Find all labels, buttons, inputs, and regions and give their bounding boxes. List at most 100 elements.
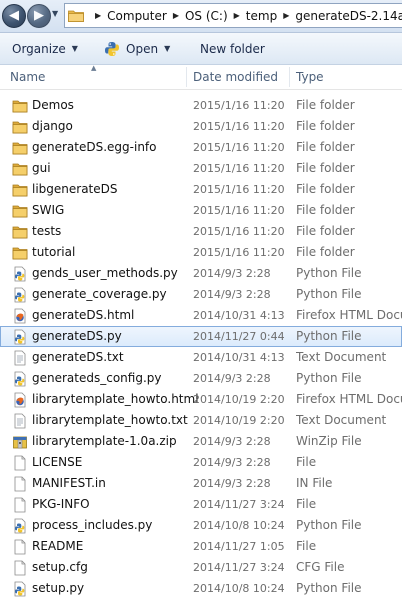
column-header-date[interactable]: Date modified <box>193 65 278 89</box>
file-date-modified: 2014/9/3 2:28 <box>193 288 271 301</box>
python-file-icon <box>12 329 28 345</box>
file-type: File <box>296 455 317 469</box>
file-date-modified: 2014/9/3 2:28 <box>193 456 271 469</box>
column-header-row: ▲ Name Date modified Type <box>0 64 402 90</box>
file-date-modified: 2014/9/3 2:28 <box>193 267 271 280</box>
file-row[interactable]: PKG-INFO 2014/11/27 3:24 File <box>0 494 402 515</box>
breadcrumb-separator-icon[interactable]: ▶ <box>95 11 101 20</box>
file-row[interactable]: gui 2015/1/16 11:20 File folder <box>0 158 402 179</box>
new-folder-button[interactable]: New folder <box>200 33 265 64</box>
file-type: WinZip File <box>296 434 362 448</box>
folder-icon <box>12 224 28 240</box>
file-row[interactable]: process_includes.py 2014/10/8 10:24 Python… <box>0 515 402 536</box>
column-divider[interactable] <box>289 67 290 87</box>
file-date-modified: 2014/10/19 2:20 <box>193 414 285 427</box>
file-row[interactable]: librarytemplate_howto.txt 2014/10/19 2:20… <box>0 410 402 431</box>
file-row[interactable]: setup.py 2014/10/8 10:24 Python File <box>0 578 402 599</box>
open-button[interactable]: Open ▼ <box>104 33 170 64</box>
blank-file-icon <box>12 476 28 492</box>
breadcrumb-separator-icon[interactable]: ▶ <box>173 11 179 20</box>
file-row[interactable]: generate_coverage.py 2014/9/3 2:28 Python … <box>0 284 402 305</box>
file-row[interactable]: librarytemplate_howto.html 2014/10/19 2:2… <box>0 389 402 410</box>
file-row[interactable]: generateDS.txt 2014/10/31 4:13 Text Docume… <box>0 347 402 368</box>
file-row[interactable]: generateDS.html 2014/10/31 4:13 Firefox HT… <box>0 305 402 326</box>
file-date-modified: 2014/11/27 3:24 <box>193 561 285 574</box>
file-type: Firefox HTML Document <box>296 308 402 322</box>
file-name: gui <box>32 161 51 175</box>
file-row[interactable]: django 2015/1/16 11:20 File folder <box>0 116 402 137</box>
folder-icon <box>12 140 28 156</box>
breadcrumb-items: ▶ Computer ▶ OS (C:) ▶ temp ▶ generateDS-2.14a <box>89 4 402 27</box>
file-type: File folder <box>296 140 355 154</box>
file-row[interactable]: MANIFEST.in 2014/9/3 2:28 IN File <box>0 473 402 494</box>
folder-icon <box>12 245 28 261</box>
file-row[interactable]: setup.cfg 2014/11/27 3:24 CFG File <box>0 557 402 578</box>
file-name: MANIFEST.in <box>32 476 106 490</box>
file-row[interactable]: librarytemplate-1.0a.zip 2014/9/3 2:28 Win… <box>0 431 402 452</box>
file-row[interactable]: SWIG 2015/1/16 11:20 File folder <box>0 200 402 221</box>
file-date-modified: 2014/11/27 0:44 <box>193 330 285 343</box>
file-row[interactable]: tutorial 2015/1/16 11:20 File folder <box>0 242 402 263</box>
breadcrumb-item[interactable]: generateDS-2.14a <box>295 9 402 23</box>
file-date-modified: 2015/1/16 11:20 <box>193 99 285 112</box>
file-name: PKG-INFO <box>32 497 90 511</box>
file-date-modified: 2014/10/31 4:13 <box>193 351 285 364</box>
file-date-modified: 2015/1/16 11:20 <box>193 162 285 175</box>
file-name: librarytemplate-1.0a.zip <box>32 434 177 448</box>
column-divider[interactable] <box>186 67 187 87</box>
breadcrumb-item[interactable]: Computer <box>107 9 167 23</box>
command-toolbar: Organize ▼ Open ▼ New folder <box>0 33 402 65</box>
zip-file-icon <box>12 434 28 450</box>
file-row[interactable]: generateDS.egg-info 2015/1/16 11:20 File f… <box>0 137 402 158</box>
breadcrumb-item[interactable]: temp <box>246 9 277 23</box>
folder-icon <box>12 182 28 198</box>
recent-pages-dropdown[interactable]: ▼ <box>52 9 60 21</box>
file-date-modified: 2014/9/3 2:28 <box>193 372 271 385</box>
sort-ascending-icon: ▲ <box>91 64 97 72</box>
back-button[interactable]: ◀ <box>2 4 26 28</box>
file-name: generateDS.html <box>32 308 135 322</box>
file-name: SWIG <box>32 203 65 217</box>
python-file-icon <box>12 371 28 387</box>
organize-button[interactable]: Organize ▼ <box>12 33 78 64</box>
blank-file-icon <box>12 560 28 576</box>
file-name: README <box>32 539 84 553</box>
forward-button[interactable]: ▶ <box>27 4 51 28</box>
breadcrumb-item[interactable]: OS (C:) <box>185 9 228 23</box>
file-type: File <box>296 497 317 511</box>
file-type: Python File <box>296 329 362 343</box>
file-name: librarytemplate_howto.txt <box>32 413 188 427</box>
file-row[interactable]: generateds_config.py 2014/9/3 2:28 Python … <box>0 368 402 389</box>
blank-file-icon <box>12 455 28 471</box>
column-header-name[interactable]: Name <box>10 65 45 89</box>
file-date-modified: 2015/1/16 11:20 <box>193 141 285 154</box>
breadcrumb[interactable]: ▶ Computer ▶ OS (C:) ▶ temp ▶ generateDS-2.14a <box>64 3 402 28</box>
file-row[interactable]: generateDS.py 2014/11/27 0:44 Python File <box>0 326 402 347</box>
file-name: generateds_config.py <box>32 371 162 385</box>
file-row[interactable]: Demos 2015/1/16 11:20 File folder <box>0 95 402 116</box>
file-name: generateDS.egg-info <box>32 140 157 154</box>
python-file-icon <box>12 581 28 597</box>
file-list: Demos 2015/1/16 11:20 File folder django 201… <box>0 95 402 599</box>
file-row[interactable]: README 2014/11/27 1:05 File <box>0 536 402 557</box>
column-header-type[interactable]: Type <box>296 65 324 89</box>
file-type: Python File <box>296 287 362 301</box>
new-folder-label: New folder <box>200 41 265 56</box>
python-open-icon <box>105 41 119 56</box>
file-type: Python File <box>296 266 362 280</box>
file-type: Text Document <box>296 350 387 364</box>
file-type: File folder <box>296 119 355 133</box>
file-row[interactable]: gends_user_methods.py 2014/9/3 2:28 Python… <box>0 263 402 284</box>
html-file-icon <box>12 308 28 324</box>
file-type: File folder <box>296 98 355 112</box>
breadcrumb-separator-icon[interactable]: ▶ <box>234 11 240 20</box>
breadcrumb-separator-icon[interactable]: ▶ <box>283 11 289 20</box>
file-name: librarytemplate_howto.html <box>32 392 199 406</box>
file-date-modified: 2014/9/3 2:28 <box>193 435 271 448</box>
file-row[interactable]: tests 2015/1/16 11:20 File folder <box>0 221 402 242</box>
python-file-icon <box>12 287 28 303</box>
file-name: setup.cfg <box>32 560 88 574</box>
chevron-down-icon: ▼ <box>164 44 171 53</box>
file-row[interactable]: libgenerateDS 2015/1/16 11:20 File folder <box>0 179 402 200</box>
file-row[interactable]: LICENSE 2014/9/3 2:28 File <box>0 452 402 473</box>
